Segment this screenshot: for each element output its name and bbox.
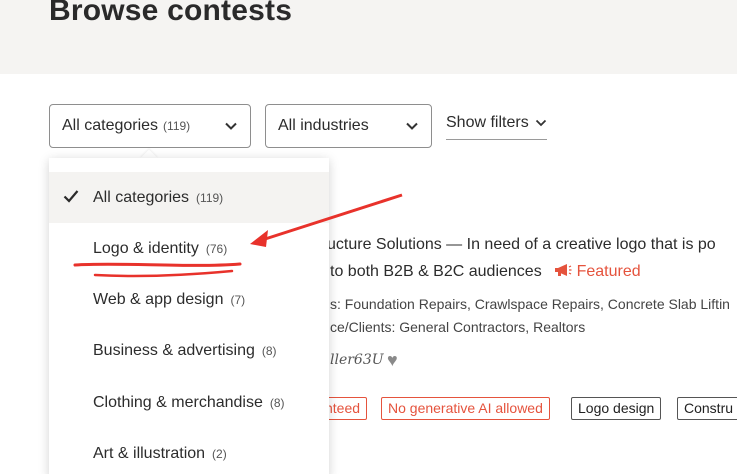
- contest-services: s: Foundation Repairs, Crawlspace Repair…: [330, 296, 730, 312]
- industry-select-label: All industries: [278, 117, 369, 134]
- tag-construction[interactable]: Constru: [677, 397, 737, 420]
- category-option-logo-identity[interactable]: Logo & identity (76): [49, 223, 329, 274]
- chevron-down-icon: [535, 119, 546, 127]
- option-label: Web & app design: [93, 290, 224, 308]
- page-header: Browse contests: [0, 0, 737, 74]
- megaphone-icon: [555, 264, 572, 276]
- category-option-clothing-merchandise[interactable]: Clothing & merchandise (8): [49, 377, 329, 428]
- show-filters-label: Show filters: [446, 114, 529, 131]
- option-label: Business & advertising: [93, 341, 255, 359]
- featured-badge: Featured: [546, 263, 641, 280]
- category-select[interactable]: All categories (119): [49, 104, 251, 148]
- tag-logo-design[interactable]: Logo design: [571, 397, 662, 420]
- tag-no-ai: No generative AI allowed: [381, 397, 550, 420]
- show-filters-button[interactable]: Show filters: [446, 114, 547, 140]
- category-option-business-advertising[interactable]: Business & advertising (8): [49, 325, 329, 376]
- category-select-count: (119): [163, 119, 191, 133]
- option-label: Logo & identity: [93, 239, 199, 257]
- contest-subtitle-text: to both B2B & B2C audiences: [330, 263, 542, 280]
- option-label: Clothing & merchandise: [93, 393, 263, 411]
- page-title: Browse contests: [49, 0, 293, 27]
- category-dropdown: All categories (119) Logo & identity (76…: [49, 158, 329, 474]
- category-option-art-illustration[interactable]: Art & illustration (2): [49, 428, 329, 474]
- chevron-down-icon: [225, 122, 237, 130]
- contest-holder-name[interactable]: ller63U: [330, 352, 384, 368]
- industry-select[interactable]: All industries: [265, 104, 432, 148]
- option-count: (8): [261, 343, 277, 358]
- option-count: (119): [196, 190, 224, 205]
- chevron-down-icon: [406, 122, 418, 130]
- option-count: (76): [205, 241, 228, 256]
- category-option-web-app-design[interactable]: Web & app design (7): [49, 274, 329, 325]
- option-label: Art & illustration: [93, 444, 206, 462]
- option-count: (7): [230, 292, 246, 307]
- contest-clients: ce/Clients: General Contractors, Realtor…: [330, 319, 586, 335]
- category-select-label: All categories: [62, 117, 159, 134]
- option-label: All categories: [93, 188, 190, 206]
- option-count: (2): [212, 446, 227, 461]
- option-count: (8): [269, 395, 285, 410]
- heart-icon[interactable]: ♥: [387, 350, 398, 371]
- category-option-all[interactable]: All categories (119): [49, 172, 329, 223]
- check-icon: [63, 190, 79, 203]
- contest-subtitle: to both B2B & B2C audiences Featured: [330, 263, 641, 281]
- contest-title[interactable]: ucture Solutions — In need of a creative…: [327, 236, 716, 254]
- featured-label: Featured: [576, 263, 641, 280]
